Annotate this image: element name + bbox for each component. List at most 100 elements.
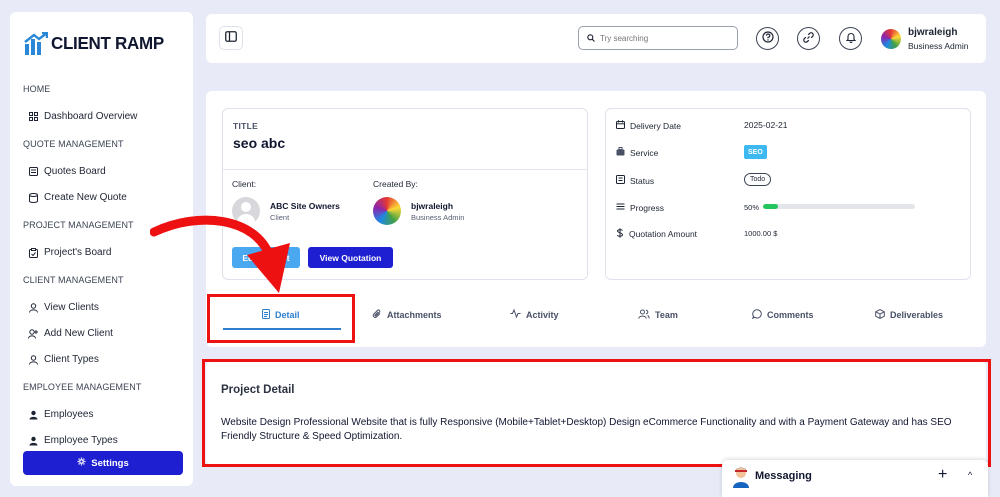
creator-role: Business Admin [411,213,465,222]
progress-bar-fill [763,204,779,209]
dollar-icon [616,228,624,240]
sidebar-item-label: Client Types [44,354,99,365]
sidebar-item-dashboard-overview[interactable]: Dashboard Overview [28,111,137,122]
quotation-value: 1000.00 $ [744,229,778,238]
nav-section-project: PROJECT MANAGEMENT [23,220,134,230]
progress-percent: 50% [744,203,760,212]
annotation-arrow [150,215,290,293]
service-badge: SEO [744,145,767,159]
user-icon [28,436,38,446]
delivery-date-row: Delivery Date [616,120,681,131]
database-icon [28,192,38,203]
tab-team[interactable]: Team [638,309,678,321]
user-name[interactable]: bjwraleigh [908,27,957,38]
nav-section-quote: QUOTE MANAGEMENT [23,139,124,149]
link-icon [803,30,814,48]
annotation-highlight-detail-panel [202,359,991,467]
service-label: Service [630,147,659,158]
tab-label: Deliverables [890,310,944,320]
list-icon [616,175,625,186]
user-icon [28,302,38,313]
settings-button[interactable]: Settings [23,451,183,475]
calendar-icon [616,120,625,131]
nav-section-home: HOME [23,84,51,94]
tab-label: Team [655,310,678,320]
nav-section-client: CLIENT MANAGEMENT [23,275,124,285]
search-box[interactable] [578,26,738,50]
created-by-label: Created By: [373,179,418,189]
sidebar-item-add-new-client[interactable]: Add New Client [28,328,113,339]
chevron-up-icon[interactable]: ^ [968,470,972,480]
progress-bar [763,204,915,209]
bell-icon [845,30,856,48]
help-button[interactable] [756,27,779,50]
user-role: Business Admin [908,41,969,51]
tab-comments[interactable]: Comments [751,309,814,321]
title-label: TITLE [233,121,259,131]
sidebar-item-view-clients[interactable]: View Clients [28,302,99,313]
search-input[interactable] [600,33,720,43]
status-label: Status [630,175,655,186]
sidebar-item-label: Add New Client [44,328,113,339]
sidebar-item-projects-board[interactable]: Project's Board [28,247,112,258]
tab-activity[interactable]: Activity [510,308,559,320]
delivery-date-value: 2025-02-21 [744,120,788,130]
sidebar-item-label: Quotes Board [44,166,106,177]
brand-logo[interactable]: CLIENT RAMP [24,32,164,56]
nav-section-employee: EMPLOYEE MANAGEMENT [23,382,142,392]
progress-label: Progress [630,202,665,213]
project-info-box: Delivery Date 2025-02-21 Service SEO Sta… [605,108,971,280]
sidebar-item-quotes-board[interactable]: Quotes Board [28,166,106,177]
gear-icon [77,457,86,469]
team-icon [638,309,650,321]
notifications-button[interactable] [839,27,862,50]
search-icon [587,29,595,47]
tab-label: Attachments [387,310,442,320]
sidebar-item-employees[interactable]: Employees [28,409,93,420]
messaging-widget[interactable]: Messaging + ^ [722,460,988,497]
paperclip-icon [372,309,382,321]
sidebar-item-label: View Clients [44,302,99,313]
help-icon [761,30,774,48]
sidebar-item-employee-types[interactable]: Employee Types [28,435,118,446]
settings-label: Settings [91,457,129,469]
logo-icon [24,32,48,55]
messaging-label: Messaging [755,470,812,482]
briefcase-icon [616,147,625,158]
user-plus-icon [28,328,38,339]
sidebar-toggle-button[interactable] [219,26,243,50]
progress-row: Progress [616,202,664,213]
sidebar-toggle-icon [225,29,237,47]
comment-icon [751,309,762,321]
user-icon [28,354,38,365]
project-title: seo abc [233,135,286,151]
tab-label: Comments [767,310,814,320]
progress-icon [616,202,625,213]
clipboard-icon [28,247,38,258]
board-icon [28,167,38,177]
sidebar-item-label: Project's Board [44,247,112,258]
status-badge: Todo [744,173,772,186]
creator-avatar [373,197,401,225]
divider [223,169,587,170]
sidebar-item-create-new-quote[interactable]: Create New Quote [28,192,127,203]
tab-deliverables[interactable]: Deliverables [875,309,943,321]
view-quotation-button[interactable]: View Quotation [308,247,393,268]
delivery-date-label: Delivery Date [630,120,682,131]
activity-icon [510,308,521,320]
link-button[interactable] [797,27,820,50]
tab-attachments[interactable]: Attachments [372,309,442,321]
service-row: Service [616,147,658,158]
user-avatar[interactable] [881,29,901,49]
quotation-label: Quotation Amount [629,229,698,239]
box-icon [875,309,885,321]
user-icon [28,410,38,420]
sidebar-item-client-types[interactable]: Client Types [28,354,99,365]
client-label: Client: [232,179,257,189]
creator-name: bjwraleigh [411,201,454,211]
status-row: Status [616,175,654,186]
new-message-button[interactable]: + [938,466,947,484]
sidebar-item-label: Dashboard Overview [44,111,138,122]
sidebar-item-label: Employees [44,409,94,420]
grid-icon [28,112,38,122]
